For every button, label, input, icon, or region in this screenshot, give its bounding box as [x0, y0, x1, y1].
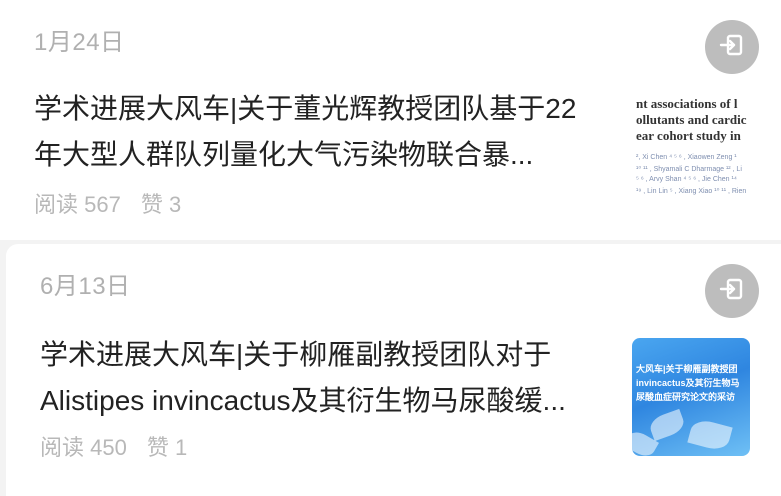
exit-to-app-icon: [718, 31, 746, 64]
thumbnail-text-line: nt associations of l: [636, 96, 738, 111]
thumbnail-text-line: invincactus及其衍生物马: [636, 378, 740, 388]
article-thumbnail[interactable]: 大风车|关于柳雁副教授团 invincactus及其衍生物马 尿酸血症研究论文的…: [632, 338, 750, 456]
article-stats: 阅读 450 赞 1: [40, 430, 187, 462]
article-stats: 阅读 567 赞 3: [34, 187, 181, 219]
like-count: 赞 3: [140, 192, 182, 217]
thumbnail-author-line: ¹⁰ ¹¹ , Shyamali C Dharmage ¹² , Li: [636, 166, 742, 173]
thumbnail-text-line: ollutants and cardic: [636, 112, 747, 127]
read-count: 阅读 450: [40, 435, 127, 460]
article-date: 6月13日: [40, 273, 131, 300]
exit-to-app-button[interactable]: [705, 20, 759, 74]
article-thumbnail[interactable]: nt associations of l ollutants and cardi…: [634, 92, 781, 202]
read-count: 阅读 567: [34, 192, 121, 217]
article-date: 1月24日: [34, 29, 125, 56]
exit-to-app-icon: [718, 275, 746, 308]
leaf-decoration: [647, 408, 687, 442]
article-card[interactable]: 1月24日 学术进展大风车|关于董光辉教授团队基于22年大型人群队列量化大气污染…: [0, 0, 781, 240]
thumbnail-author-line: ⁵ ⁶ , Arvy Shan ⁴ ⁵ ⁶ , Jie Chen ¹⁴: [636, 176, 737, 183]
thumbnail-text-line: ear cohort study in: [636, 128, 741, 143]
thumbnail-author-line: ¹⁹ , Lin Lin ⁵ , Xiang Xiao ¹⁰ ¹¹ , Rien: [636, 188, 747, 195]
thumbnail-author-line: ², Xi Chen ⁴ ⁵ ⁶ , Xiaowen Zeng ¹: [636, 154, 737, 161]
thumbnail-text-line: 尿酸血症研究论文的采访: [636, 392, 736, 402]
article-title[interactable]: 学术进展大风车|关于董光辉教授团队基于22年大型人群队列量化大气污染物联合暴..…: [34, 86, 594, 178]
article-title[interactable]: 学术进展大风车|关于柳雁副教授团队对于Alistipes invincactus…: [40, 332, 600, 424]
leaf-decoration: [687, 417, 733, 453]
like-count: 赞 1: [146, 435, 188, 460]
thumbnail-text-line: 大风车|关于柳雁副教授团: [636, 364, 738, 374]
article-card[interactable]: 6月13日 学术进展大风车|关于柳雁副教授团队对于Alistipes invin…: [6, 244, 781, 496]
exit-to-app-button[interactable]: [705, 264, 759, 318]
